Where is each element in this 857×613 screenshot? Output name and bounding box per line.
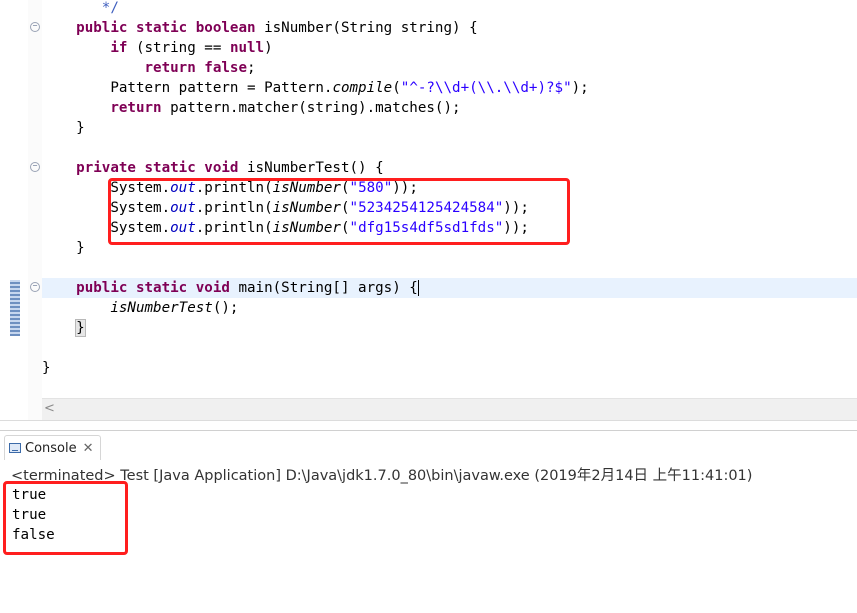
code-text: ;: [247, 60, 256, 76]
tab-console[interactable]: Console ✕: [4, 435, 101, 460]
method-signature: isNumberTest() {: [247, 160, 384, 176]
code-line: public static boolean isNumber(String st…: [42, 18, 478, 38]
code-line: return pattern.matcher(string).matches()…: [42, 98, 461, 118]
code-line: }: [42, 358, 51, 378]
code-text: Pattern pattern = Pattern.: [110, 80, 333, 96]
code-line: return false;: [42, 58, 256, 78]
chevron-left-icon[interactable]: <: [44, 401, 55, 416]
editor-ruler: [28, 0, 42, 428]
keyword: public static void: [76, 280, 239, 296]
fold-minus-icon[interactable]: [30, 162, 40, 172]
brace: }: [75, 319, 86, 337]
change-marker: [10, 280, 20, 336]
fold-minus-icon[interactable]: [30, 282, 40, 292]
keyword: if: [110, 40, 136, 56]
string-literal: "^-?\\d+(\\.\\d+)?$": [400, 80, 572, 96]
code-line: Pattern pattern = Pattern.compile("^-?\\…: [42, 78, 589, 98]
console-view: Console ✕ <terminated> Test [Java Applic…: [0, 430, 857, 613]
brace: }: [42, 360, 51, 376]
code-text: ): [264, 40, 273, 56]
text-cursor: [417, 280, 419, 296]
code-line: }: [42, 318, 86, 338]
highlight-box: [3, 481, 128, 555]
divider: [0, 420, 857, 429]
keyword: return: [110, 100, 171, 116]
code-line: }: [42, 238, 85, 258]
console-icon: [9, 443, 21, 453]
code-line: isNumberTest();: [42, 298, 238, 318]
code-text: (: [392, 80, 401, 96]
fold-minus-icon[interactable]: [30, 22, 40, 32]
code-line: if (string == null): [42, 38, 273, 58]
keyword: public static boolean: [76, 20, 265, 36]
code-line: }: [42, 118, 85, 138]
code-line: public static void main(String[] args) {: [42, 278, 419, 298]
editor-gutter: [0, 0, 28, 428]
code-line: private static void isNumberTest() {: [42, 158, 384, 178]
brace: }: [76, 240, 85, 256]
static-method: compile: [332, 80, 393, 96]
code-editor[interactable]: */ public static boolean isNumber(String…: [0, 0, 857, 429]
code-text: (string ==: [135, 40, 230, 56]
method-signature: main(String[] args) {: [238, 280, 418, 296]
method-signature: isNumber(String string) {: [264, 20, 478, 36]
console-tab-bar: Console ✕: [0, 431, 857, 461]
highlight-box: [108, 178, 570, 245]
keyword: return false: [144, 60, 248, 76]
code-text: );: [571, 80, 589, 96]
horizontal-scrollbar[interactable]: <: [42, 398, 857, 421]
code-text: ();: [212, 300, 239, 316]
static-method: isNumberTest: [110, 300, 213, 316]
tab-label: Console: [25, 440, 77, 456]
code-line: */: [42, 0, 119, 18]
brace: }: [76, 120, 85, 136]
keyword: null: [229, 40, 265, 56]
comment-text: */: [93, 0, 119, 16]
code-text: pattern.matcher(string).matches();: [170, 100, 461, 116]
keyword: private static void: [76, 160, 248, 176]
close-icon[interactable]: ✕: [83, 441, 94, 456]
